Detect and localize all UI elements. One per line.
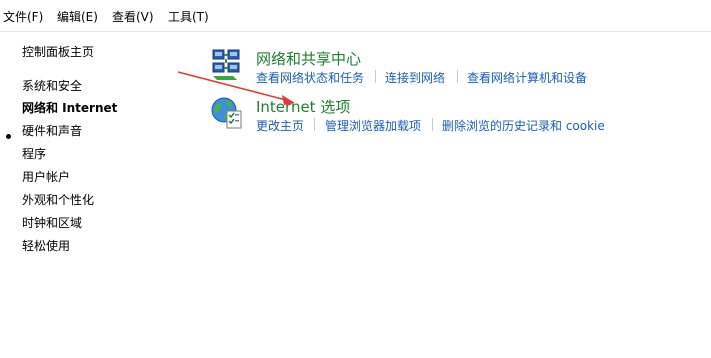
network-center-title[interactable]: 网络和共享中心 (256, 48, 361, 69)
internet-options-icon[interactable] (210, 96, 244, 133)
active-bullet-icon (6, 134, 11, 139)
sidebar-item-control-panel-home[interactable]: 控制面板主页 (22, 43, 94, 60)
menu-file[interactable]: 文件(F) (3, 8, 43, 25)
link-view-network-computers[interactable]: 查看网络计算机和设备 (467, 69, 587, 86)
link-separator (314, 118, 315, 131)
link-separator (457, 70, 458, 83)
sidebar-item-network-internet[interactable]: 网络和 Internet (22, 99, 117, 116)
sidebar-item-user-accounts[interactable]: 用户帐户 (22, 168, 70, 185)
link-change-home-page[interactable]: 更改主页 (256, 117, 304, 134)
link-separator (375, 70, 376, 83)
link-separator (432, 118, 433, 131)
link-connect-to-network[interactable]: 连接到网络 (385, 69, 445, 86)
link-delete-browsing-history[interactable]: 删除浏览的历史记录和 cookie (442, 117, 605, 134)
sidebar-item-appearance[interactable]: 外观和个性化 (22, 191, 94, 208)
link-manage-browser-addons[interactable]: 管理浏览器加载项 (325, 117, 421, 134)
menu-view[interactable]: 查看(V) (112, 8, 154, 25)
network-center-icon[interactable] (211, 47, 243, 84)
sidebar-item-system-security[interactable]: 系统和安全 (22, 77, 82, 94)
sidebar-item-clock-region[interactable]: 时钟和区域 (22, 214, 82, 231)
internet-options-title[interactable]: Internet 选项 (256, 96, 350, 117)
sidebar-item-programs[interactable]: 程序 (22, 145, 46, 162)
sidebar-item-hardware-sound[interactable]: 硬件和声音 (22, 122, 82, 139)
menu-tools[interactable]: 工具(T) (168, 8, 209, 25)
sidebar-item-ease-of-access[interactable]: 轻松使用 (22, 237, 70, 254)
link-view-network-status[interactable]: 查看网络状态和任务 (256, 69, 364, 86)
sidebar: 控制面板主页 系统和安全 网络和 Internet 硬件和声音 程序 用户帐户 … (0, 32, 180, 358)
menu-bar: 文件(F) 编辑(E) 查看(V) 工具(T) (0, 0, 711, 32)
menu-edit[interactable]: 编辑(E) (57, 8, 98, 25)
